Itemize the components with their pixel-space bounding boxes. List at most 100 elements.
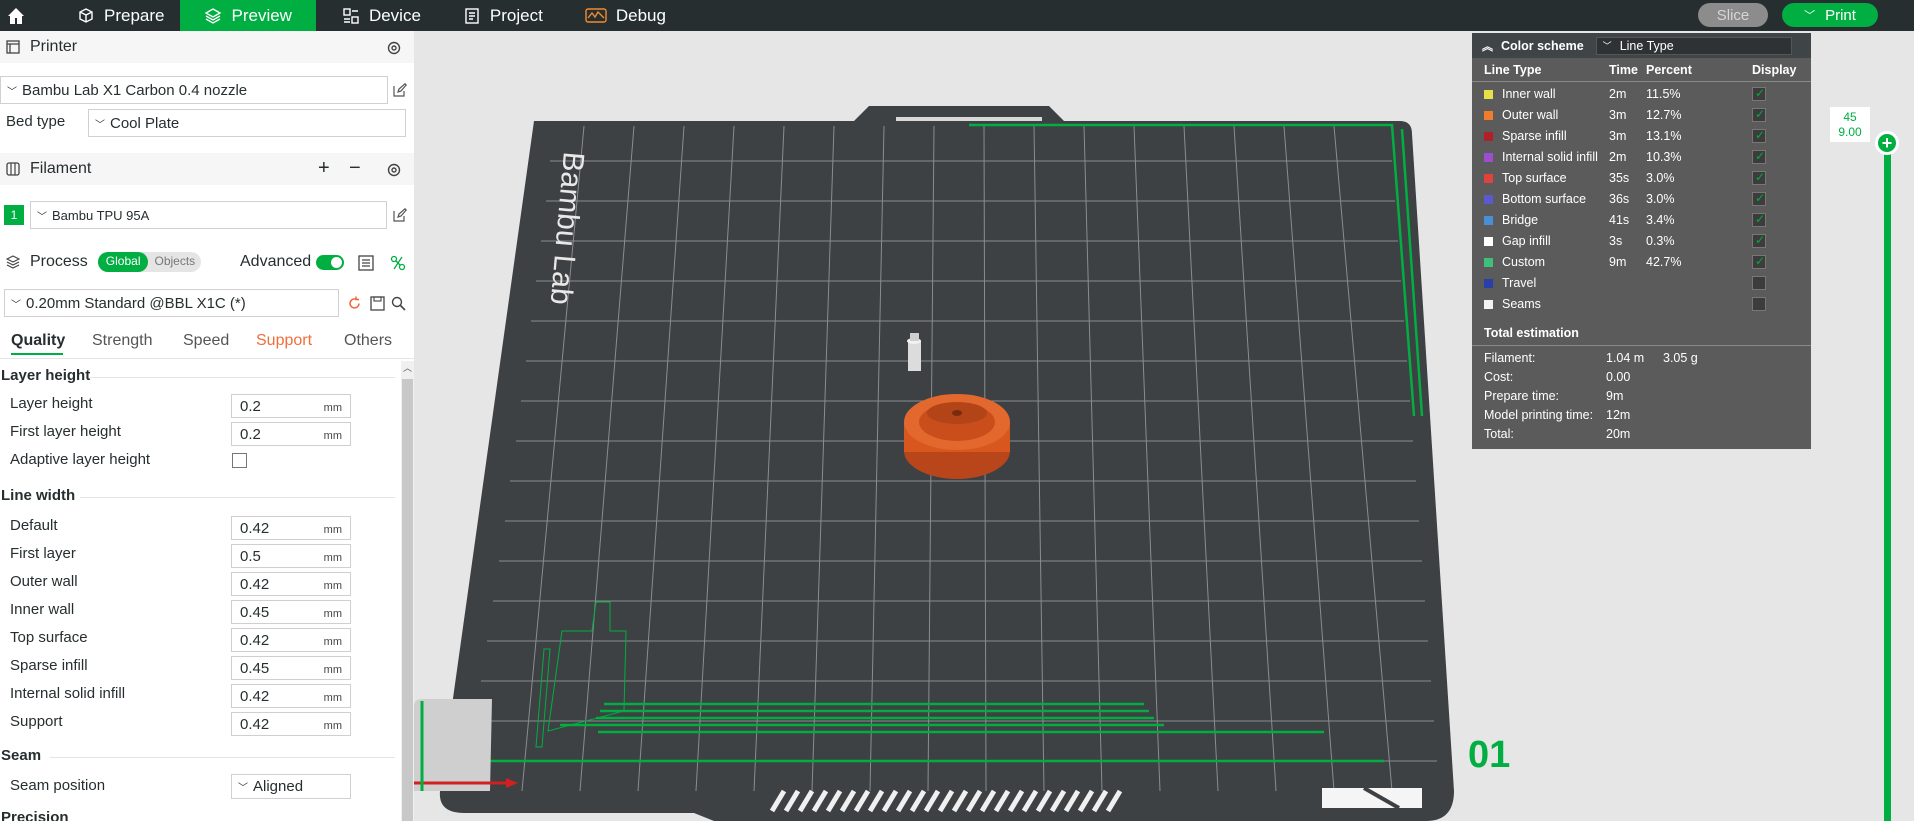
legend-display-checkbox[interactable]: ✓ (1752, 212, 1766, 227)
slice-button[interactable]: Slice (1698, 3, 1768, 27)
filament-settings-gear-icon[interactable] (386, 162, 402, 178)
legend-display-checkbox[interactable]: ✓ (1752, 170, 1766, 185)
filament-color-swatch[interactable]: 1 (4, 205, 24, 225)
process-preset-select[interactable]: ﹀ 0.20mm Standard @BBL X1C (*) (4, 289, 339, 317)
legend-display-checkbox[interactable]: ✓ (1752, 128, 1766, 143)
check-icon: ✓ (1755, 149, 1766, 163)
settings-scrollbar-track[interactable]: ︿ (401, 361, 414, 821)
lw-outer-wall-label: Outer wall (10, 573, 78, 590)
print-button[interactable]: ﹀ Print (1782, 3, 1878, 27)
filament-select[interactable]: ﹀ Bambu TPU 95A (30, 201, 387, 229)
tab-preview[interactable]: Preview (180, 0, 316, 31)
settings-scrollbar-thumb[interactable] (402, 379, 413, 821)
est-cost-label: Cost: (1484, 370, 1514, 384)
group-line-width-title: Line width (1, 487, 76, 504)
tab-prepare[interactable]: Prepare (61, 0, 180, 31)
lw-first-layer-input[interactable]: 0.5 mm (231, 544, 351, 568)
tab-project[interactable]: Project (447, 0, 559, 31)
search-icon[interactable] (391, 296, 406, 311)
first-layer-height-value: 0.2 (240, 425, 261, 443)
save-icon[interactable] (370, 296, 385, 311)
legend-display-checkbox[interactable] (1752, 297, 1766, 311)
compare-icon[interactable] (358, 255, 374, 271)
edit-filament-icon[interactable] (393, 208, 407, 222)
home-icon[interactable] (0, 0, 31, 31)
est-filament-label: Filament: (1484, 351, 1536, 365)
lw-default-input[interactable]: 0.42 mm (231, 516, 351, 540)
plate-number[interactable]: 01 (1468, 734, 1510, 777)
global-objects-toggle[interactable]: Global Objects (97, 252, 202, 272)
first-layer-height-input[interactable]: 0.2 mm (231, 422, 351, 446)
legend-display-checkbox[interactable]: ✓ (1752, 107, 1766, 122)
check-icon: ✓ (1755, 233, 1766, 247)
legend-header-divider (1472, 81, 1811, 82)
seam-position-select[interactable]: ﹀ Aligned (231, 774, 351, 799)
layer-height-input[interactable]: 0.2 mm (231, 394, 351, 418)
layer-slider-track[interactable] (1884, 138, 1891, 821)
legend-display-checkbox[interactable]: ✓ (1752, 149, 1766, 164)
est-filament-weight: 3.05 g (1663, 351, 1698, 365)
toggle-global[interactable]: Global (97, 252, 149, 272)
unit-label: mm (323, 552, 342, 564)
lw-outer-wall-input[interactable]: 0.42 mm (231, 572, 351, 596)
process-tools-icon[interactable] (390, 255, 406, 271)
legend-display-checkbox[interactable] (1752, 276, 1766, 290)
est-cost-value: 0.00 (1606, 370, 1631, 384)
scroll-up-icon[interactable]: ︿ (403, 361, 412, 374)
legend-percent: 0.3% (1646, 234, 1675, 248)
lw-internal-solid-infill-input[interactable]: 0.42 mm (231, 684, 351, 708)
adaptive-layer-height-checkbox[interactable] (232, 453, 247, 468)
legend-row: Seams (1472, 294, 1811, 315)
printer-value: Bambu Lab X1 Carbon 0.4 nozzle (22, 81, 248, 99)
lw-inner-wall-label: Inner wall (10, 601, 75, 618)
print-dropdown-icon[interactable]: ﹀ (1804, 7, 1815, 23)
legend-display-checkbox[interactable]: ✓ (1752, 86, 1766, 101)
lw-inner-wall-input[interactable]: 0.45 mm (231, 600, 351, 624)
legend-percent: 10.3% (1646, 150, 1682, 164)
tab-support[interactable]: Support (256, 332, 312, 350)
advanced-switch[interactable] (316, 255, 344, 270)
sliced-model (904, 394, 1010, 479)
lw-first-layer-label: First layer (10, 545, 76, 562)
color-scheme-select[interactable]: ﹀ Line Type (1595, 36, 1792, 55)
lw-top-surface-label: Top surface (10, 629, 88, 646)
legend-display-checkbox[interactable]: ✓ (1752, 254, 1766, 269)
legend-color-swatch (1484, 216, 1493, 225)
add-filament-button[interactable]: + (318, 157, 330, 180)
filament-icon (6, 162, 20, 176)
process-icon (6, 255, 20, 269)
remove-filament-button[interactable]: − (349, 157, 361, 180)
print-label: Print (1825, 6, 1856, 24)
collapse-icon[interactable]: ︽ (1482, 38, 1493, 54)
bed-type-select[interactable]: ﹀ Cool Plate (88, 109, 406, 137)
tab-device[interactable]: Device (326, 0, 437, 31)
legend-percent: 13.1% (1646, 129, 1682, 143)
legend-display-checkbox[interactable]: ✓ (1752, 233, 1766, 248)
legend-color-swatch (1484, 237, 1493, 246)
tab-speed[interactable]: Speed (183, 332, 229, 350)
tab-quality[interactable]: Quality (11, 332, 65, 350)
tab-strength[interactable]: Strength (92, 332, 152, 350)
lw-first-layer-value: 0.5 (240, 547, 261, 565)
check-icon: ✓ (1755, 128, 1766, 142)
layer-number: 45 (1843, 110, 1857, 124)
legend-display-checkbox[interactable]: ✓ (1752, 191, 1766, 206)
lw-top-surface-input[interactable]: 0.42 mm (231, 628, 351, 652)
lw-default-label: Default (10, 517, 58, 534)
toggle-objects[interactable]: Objects (148, 252, 201, 272)
printer-select[interactable]: ﹀ Bambu Lab X1 Carbon 0.4 nozzle (0, 76, 388, 104)
edit-printer-icon[interactable] (393, 83, 407, 97)
lw-support-input[interactable]: 0.42 mm (231, 712, 351, 736)
lw-sparse-infill-input[interactable]: 0.45 mm (231, 656, 351, 680)
printer-settings-gear-icon[interactable] (386, 40, 402, 56)
tab-others[interactable]: Others (344, 332, 392, 350)
reset-icon[interactable] (347, 296, 362, 311)
layer-slider-top-handle[interactable]: + (1875, 131, 1899, 155)
origin-corner-block (414, 699, 492, 791)
legend-row: Internal solid infill 2m 10.3% ✓ (1472, 147, 1811, 168)
col-time: Time (1609, 63, 1638, 77)
total-estimation-title: Total estimation (1484, 326, 1579, 340)
unit-label: mm (323, 720, 342, 732)
legend-time: 3s (1609, 234, 1623, 248)
tab-debug[interactable]: Debug (569, 0, 682, 31)
